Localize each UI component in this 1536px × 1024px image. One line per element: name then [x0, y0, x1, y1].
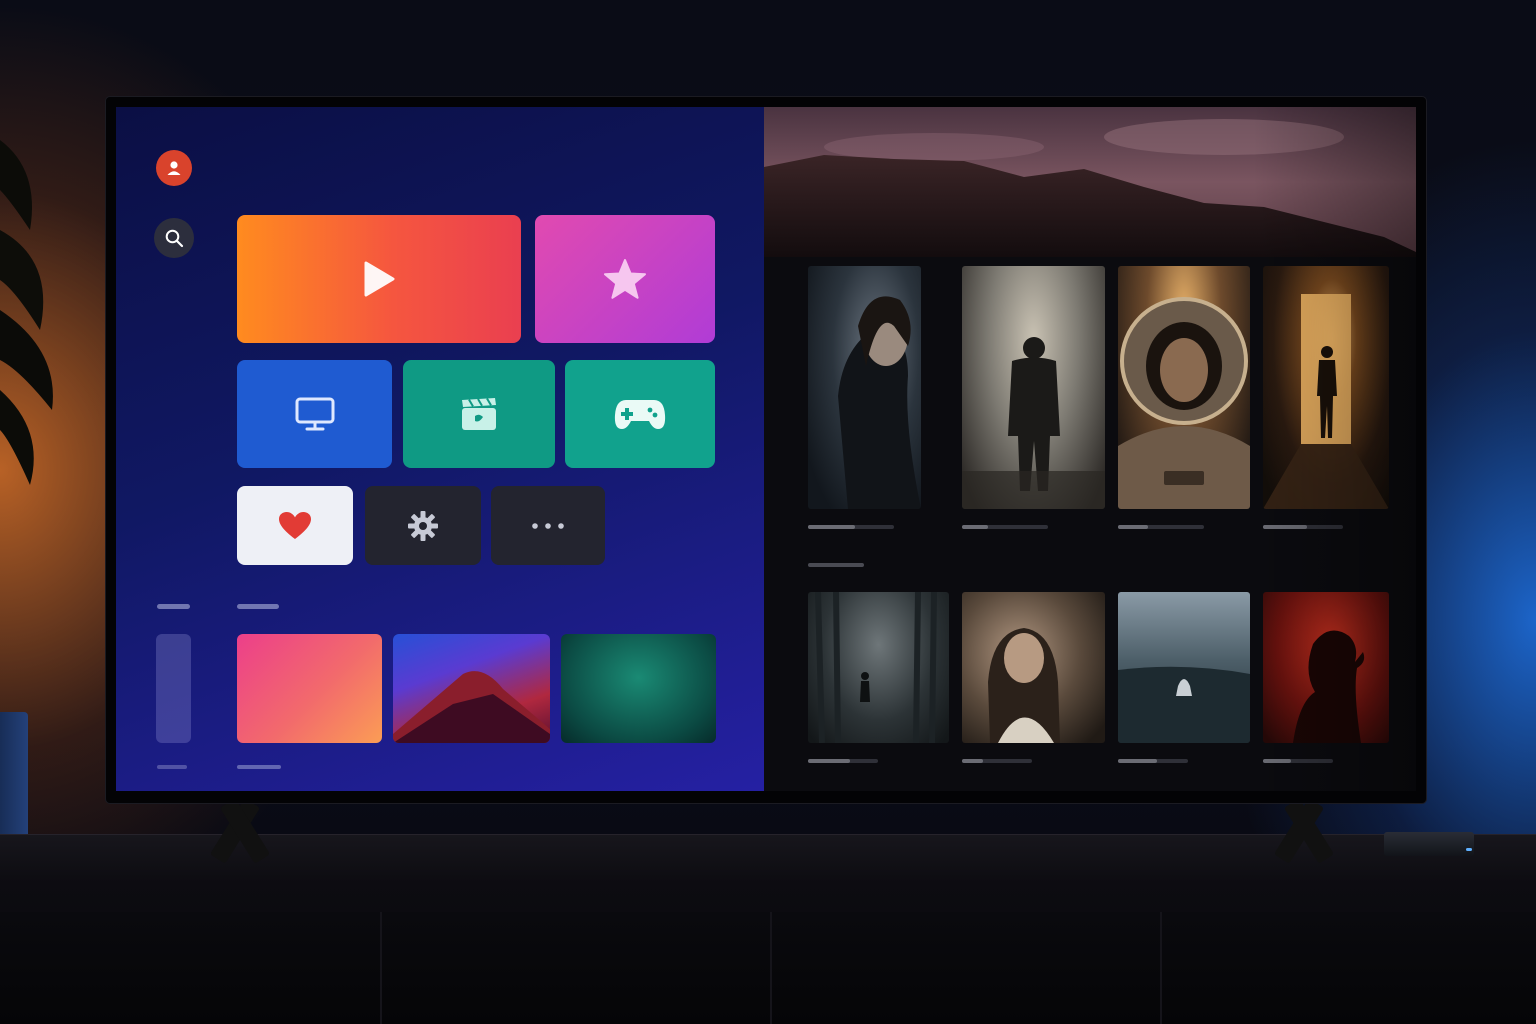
app-tile-movies[interactable]	[403, 360, 555, 468]
tv-console-front	[0, 912, 1536, 1024]
star-icon	[604, 259, 646, 299]
poster-artwork	[815, 592, 937, 743]
console-divider	[1160, 912, 1162, 1024]
console-divider	[380, 912, 382, 1024]
launcher-panel	[116, 107, 764, 791]
clapperboard-icon	[462, 397, 496, 430]
app-tile-star[interactable]	[535, 215, 715, 343]
plant-decoration	[0, 140, 53, 485]
streaming-box-light	[1466, 848, 1472, 851]
monitor-icon	[295, 397, 334, 431]
poster-artwork	[838, 296, 921, 509]
play-icon	[364, 261, 395, 297]
heart-icon	[279, 511, 311, 539]
watch-progress	[1263, 525, 1343, 529]
search-icon	[165, 229, 184, 248]
poster-artwork	[1118, 666, 1250, 743]
watch-progress	[808, 525, 894, 529]
section-label-placeholder	[157, 604, 190, 609]
movie-poster[interactable]	[808, 592, 949, 743]
movie-poster[interactable]	[1263, 266, 1389, 509]
watch-progress-fill	[1263, 525, 1307, 529]
watch-progress	[1118, 525, 1204, 529]
watch-progress-fill	[1118, 759, 1157, 763]
caption-placeholder	[237, 765, 281, 769]
browse-panel	[764, 107, 1416, 791]
row-heading-placeholder	[808, 563, 864, 567]
movie-poster[interactable]	[1263, 592, 1389, 743]
search-button[interactable]	[154, 218, 194, 258]
watch-progress-fill	[962, 525, 988, 529]
watch-progress-fill	[1263, 759, 1291, 763]
content-thumbnail[interactable]	[393, 634, 550, 743]
console-divider	[770, 912, 772, 1024]
app-tile-play[interactable]	[237, 215, 521, 343]
hero-mountain-artwork	[764, 107, 1416, 257]
hero-banner[interactable]	[764, 107, 1416, 257]
settings-button[interactable]	[365, 486, 481, 565]
watch-progress	[962, 759, 1032, 763]
watch-progress	[962, 525, 1048, 529]
gear-icon	[408, 510, 438, 541]
side-rail-indicator	[156, 634, 191, 743]
movie-poster[interactable]	[808, 266, 921, 509]
app-tile-games[interactable]	[565, 360, 715, 468]
profile-button[interactable]	[156, 150, 192, 186]
watch-progress-fill	[1118, 525, 1149, 529]
user-icon	[167, 161, 181, 175]
movie-poster[interactable]	[1118, 592, 1250, 743]
section-label-placeholder	[237, 604, 279, 609]
poster-artwork	[1293, 630, 1365, 743]
more-dots-icon	[532, 522, 564, 529]
movie-poster[interactable]	[962, 592, 1105, 743]
content-thumbnail[interactable]	[561, 634, 716, 743]
watch-progress-fill	[808, 759, 850, 763]
movie-poster[interactable]	[1118, 266, 1250, 509]
app-tile-favorites[interactable]	[237, 486, 353, 565]
caption-placeholder	[157, 765, 187, 769]
poster-artwork	[988, 628, 1060, 743]
watch-progress-fill	[808, 525, 856, 529]
streaming-box	[1384, 832, 1474, 856]
watch-progress-fill	[962, 759, 983, 763]
movie-poster[interactable]	[962, 266, 1105, 509]
watch-progress	[808, 759, 878, 763]
poster-artwork	[1118, 297, 1250, 509]
poster-artwork	[1263, 294, 1389, 509]
gamepad-icon	[614, 400, 666, 429]
mountain-artwork	[393, 671, 550, 743]
more-apps-button[interactable]	[491, 486, 605, 565]
plant-pot	[0, 712, 28, 852]
app-tile-tv[interactable]	[237, 360, 392, 468]
content-thumbnail[interactable]	[237, 634, 382, 743]
watch-progress	[1263, 759, 1333, 763]
poster-artwork	[962, 337, 1105, 509]
watch-progress	[1118, 759, 1188, 763]
